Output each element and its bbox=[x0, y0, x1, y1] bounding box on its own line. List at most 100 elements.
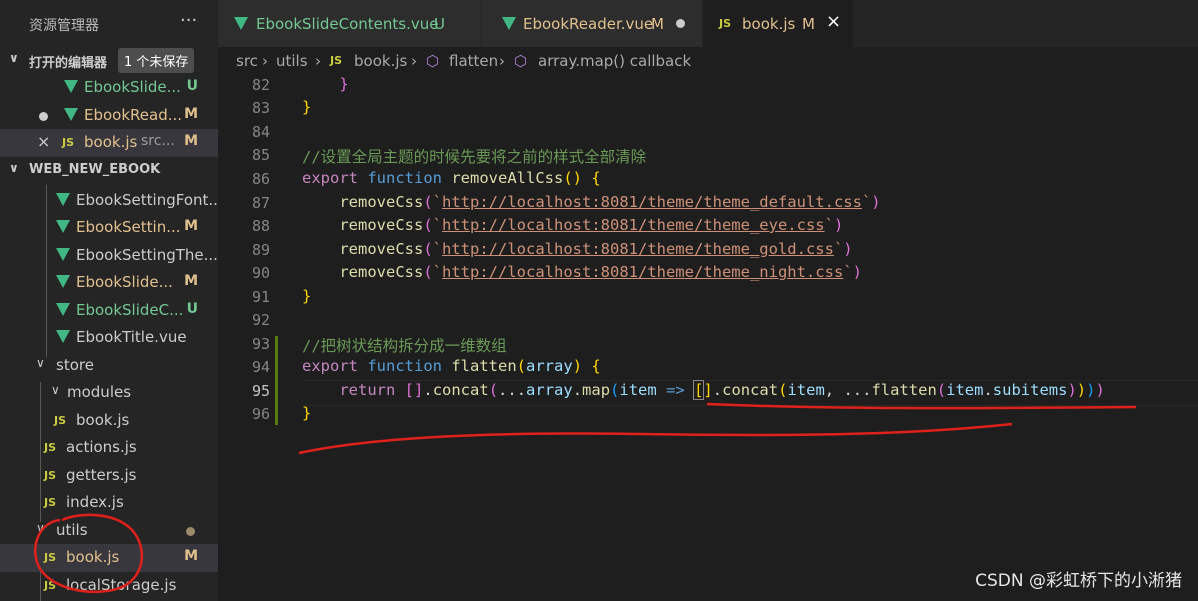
code-line: } bbox=[302, 287, 312, 305]
close-icon[interactable]: × bbox=[37, 132, 50, 151]
open-editor-label: book.js bbox=[84, 133, 138, 151]
chevron-down-icon: ∨ bbox=[36, 521, 45, 535]
untracked-status: U bbox=[186, 78, 198, 94]
file-name: actions.js bbox=[66, 438, 137, 456]
vue-file-icon bbox=[56, 220, 70, 233]
explorer-header: 资源管理器 ··· bbox=[0, 0, 218, 47]
file-name: EbookSettingThe... bbox=[76, 246, 218, 264]
untracked-status: U bbox=[434, 15, 445, 33]
cube-icon: ⬡ bbox=[514, 52, 528, 70]
chevron-right-icon: › bbox=[411, 52, 417, 70]
folder-item[interactable]: ∨ utils bbox=[0, 517, 218, 545]
code-editor[interactable]: 82 83 84 85 86 87 88 89 90 91 92 93 94 9… bbox=[218, 74, 1198, 601]
vue-file-icon bbox=[234, 17, 248, 30]
breadcrumb-item[interactable]: src bbox=[236, 52, 258, 70]
line-number: 89 bbox=[251, 241, 270, 259]
open-editor-item[interactable]: × JS book.js src... M bbox=[0, 129, 218, 157]
tab-book-js[interactable]: JS book.js M × bbox=[703, 0, 854, 47]
file-tree-item[interactable]: EbookSlideC... U bbox=[0, 297, 218, 325]
open-editors-label: 打开的编辑器 bbox=[29, 56, 108, 71]
watermark: CSDN @彩虹桥下的小淅猪 bbox=[975, 571, 1182, 591]
file-tree-item[interactable]: EbookSlide... M bbox=[0, 269, 218, 297]
git-added-gutter bbox=[275, 336, 278, 425]
code-line: removeCss(`http://localhost:8081/theme/t… bbox=[339, 193, 881, 211]
file-tree-item[interactable]: JS getters.js bbox=[0, 462, 218, 490]
file-tree-item[interactable]: JS localStorage.js bbox=[0, 572, 218, 600]
breadcrumb-item[interactable]: utils bbox=[276, 52, 308, 70]
folder-item[interactable]: ∨ store bbox=[0, 352, 218, 380]
tab-ebook-reader[interactable]: EbookReader.vue M bbox=[482, 0, 703, 47]
cube-icon: ⬡ bbox=[426, 52, 440, 70]
explorer-title: 资源管理器 bbox=[29, 18, 99, 34]
vue-file-icon bbox=[56, 330, 70, 343]
line-number: 92 bbox=[251, 311, 270, 329]
unsaved-dot-icon[interactable] bbox=[39, 112, 48, 121]
code-line: removeCss(`http://localhost:8081/theme/t… bbox=[339, 263, 862, 281]
js-file-icon: JS bbox=[44, 441, 57, 454]
folder-name: modules bbox=[67, 383, 132, 401]
modified-status: M bbox=[184, 218, 198, 234]
code-line: removeCss(`http://localhost:8081/theme/t… bbox=[339, 240, 853, 258]
chevron-right-icon: › bbox=[262, 52, 268, 70]
file-name: getters.js bbox=[66, 466, 137, 484]
code-line: export function removeAllCss() { bbox=[302, 169, 601, 187]
close-icon[interactable]: × bbox=[826, 11, 841, 32]
explorer-sidebar: 资源管理器 ··· ∨ 打开的编辑器 1 个未保存 EbookSlide... … bbox=[0, 0, 218, 601]
file-tree-item[interactable]: EbookSettin... M bbox=[0, 214, 218, 242]
file-name: EbookTitle.vue bbox=[76, 328, 187, 346]
file-tree-item[interactable]: EbookTitle.vue bbox=[0, 324, 218, 352]
file-name: EbookSettin... bbox=[76, 218, 181, 236]
line-number: 96 bbox=[251, 405, 270, 423]
line-number: 83 bbox=[251, 99, 270, 117]
line-number: 87 bbox=[251, 194, 270, 212]
tab-label: book.js bbox=[742, 15, 796, 33]
file-tree-item[interactable]: JS actions.js bbox=[0, 434, 218, 462]
open-editor-item[interactable]: EbookRead... M bbox=[0, 102, 218, 130]
project-section[interactable]: ∨ WEB_NEW_EBOOK bbox=[0, 157, 218, 185]
js-file-icon: JS bbox=[719, 17, 732, 30]
file-name: EbookSlide... bbox=[76, 273, 173, 291]
line-number: 94 bbox=[251, 358, 270, 376]
tab-bar: EbookSlideContents.vue U EbookReader.vue… bbox=[218, 0, 1198, 47]
file-tree-item[interactable]: EbookSettingThe... bbox=[0, 242, 218, 270]
js-file-icon: JS bbox=[44, 469, 57, 482]
chevron-down-icon: ∨ bbox=[9, 51, 19, 65]
code-line: removeCss(`http://localhost:8081/theme/t… bbox=[339, 216, 844, 234]
chevron-down-icon: ∨ bbox=[51, 383, 60, 397]
chevron-down-icon: ∨ bbox=[9, 161, 19, 175]
file-name: localStorage.js bbox=[66, 576, 177, 594]
breadcrumb: src › utils › JS book.js › ⬡ flatten › ⬡… bbox=[218, 47, 1198, 74]
file-tree-item[interactable]: JS book.js M bbox=[0, 544, 218, 572]
file-name: index.js bbox=[66, 493, 124, 511]
tab-label: EbookReader.vue bbox=[523, 15, 654, 33]
breadcrumb-item[interactable]: array.map() callback bbox=[538, 52, 691, 70]
line-number: 91 bbox=[251, 288, 270, 306]
folder-item[interactable]: ∨ modules bbox=[0, 379, 218, 407]
vue-file-icon bbox=[502, 17, 516, 30]
file-name: EbookSettingFont... bbox=[76, 191, 218, 209]
chevron-right-icon: › bbox=[499, 52, 505, 70]
tab-label: EbookSlideContents.vue bbox=[256, 15, 439, 33]
file-name: book.js bbox=[66, 548, 120, 566]
breadcrumb-item[interactable]: book.js bbox=[354, 52, 407, 70]
modified-dot-icon bbox=[186, 527, 195, 536]
line-number: 93 bbox=[251, 335, 270, 353]
chevron-right-icon: › bbox=[315, 52, 321, 70]
modified-status: M bbox=[651, 15, 664, 33]
file-tree-item[interactable]: EbookSettingFont... bbox=[0, 187, 218, 215]
tab-ebook-slide-contents[interactable]: EbookSlideContents.vue U bbox=[218, 0, 482, 47]
breadcrumb-item[interactable]: flatten bbox=[449, 52, 498, 70]
unsaved-dot-icon[interactable] bbox=[676, 19, 685, 28]
js-file-icon: JS bbox=[54, 414, 67, 427]
file-tree-item[interactable]: JS book.js bbox=[0, 407, 218, 435]
modified-status: M bbox=[184, 273, 198, 289]
code-line: //把树状结构拆分成一维数组 bbox=[302, 337, 507, 355]
modified-status: M bbox=[184, 548, 198, 564]
open-editors-section[interactable]: ∨ 打开的编辑器 1 个未保存 bbox=[0, 47, 218, 75]
file-name: book.js bbox=[76, 411, 130, 429]
ellipsis-icon[interactable]: ··· bbox=[180, 10, 197, 31]
file-name: EbookSlideC... bbox=[76, 301, 184, 319]
file-tree-item[interactable]: JS index.js bbox=[0, 489, 218, 517]
open-editor-item[interactable]: EbookSlide... U bbox=[0, 74, 218, 102]
unsaved-badge: 1 个未保存 bbox=[118, 48, 195, 73]
